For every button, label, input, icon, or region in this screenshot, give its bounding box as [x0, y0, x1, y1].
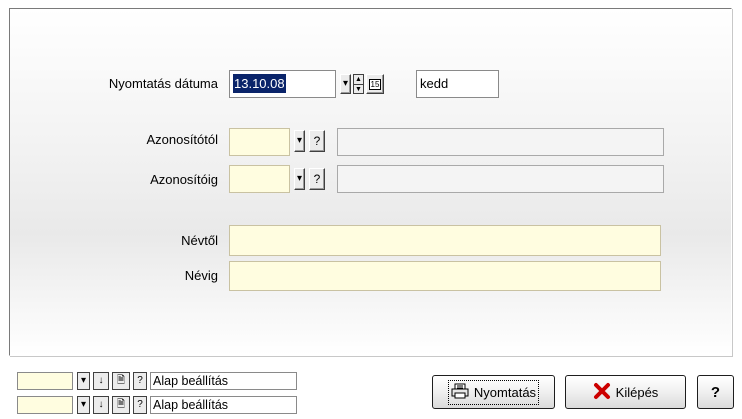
spin-down-icon[interactable]: ▼ [354, 85, 363, 94]
print-date-label: Nyomtatás dátuma [108, 76, 218, 91]
settings-input[interactable] [17, 372, 73, 390]
chevron-down-icon: ▾ [296, 173, 303, 184]
close-x-icon [593, 382, 611, 403]
id-from-description [337, 128, 664, 156]
print-button[interactable]: Nyomtatás [432, 375, 555, 409]
printer-icon [451, 383, 469, 402]
weekday-value: kedd [420, 76, 449, 91]
arrow-down-icon: ↓ [98, 375, 104, 386]
question-icon: ? [313, 172, 321, 186]
chevron-down-icon: ▾ [296, 135, 303, 146]
id-to-label: Azonosítóig [150, 172, 218, 187]
calendar-icon: 15 [368, 78, 382, 90]
question-icon: ? [313, 134, 321, 148]
id-from-dropdown-button[interactable]: ▾ [294, 130, 305, 152]
id-from-input[interactable] [229, 128, 290, 156]
id-to-help-button[interactable]: ? [309, 168, 325, 190]
name-to-label: Névig [184, 268, 218, 283]
settings-dropdown-button[interactable]: ▾ [77, 372, 90, 390]
document-icon: 🗎 [116, 375, 126, 386]
name-to-input[interactable] [229, 261, 661, 291]
id-to-dropdown-button[interactable]: ▾ [294, 168, 305, 190]
exit-button-label: Kilépés [615, 384, 659, 400]
exit-button[interactable]: Kilépés [565, 375, 686, 409]
settings-arrow-down-button[interactable]: ↓ [93, 372, 109, 390]
chevron-down-icon: ▾ [80, 399, 87, 410]
print-date-value: 13.10.08 [233, 74, 286, 93]
document-icon: 🗎 [116, 399, 126, 410]
arrow-down-icon: ↓ [98, 399, 104, 410]
print-date-input[interactable]: 13.10.08 [229, 70, 336, 98]
settings-name: Alap beállítás [150, 372, 297, 390]
calendar-button[interactable]: 15 [366, 74, 384, 94]
id-from-help-button[interactable]: ? [309, 130, 325, 152]
settings-dropdown-button[interactable]: ▾ [77, 396, 90, 414]
date-dropdown-button[interactable]: ▾ [340, 74, 351, 94]
chevron-down-icon: ▾ [80, 375, 87, 386]
print-button-label: Nyomtatás [473, 384, 537, 400]
date-spinner[interactable]: ▲ ▼ [353, 74, 364, 94]
id-to-description [337, 165, 664, 193]
id-to-input[interactable] [229, 165, 290, 193]
settings-doc-button[interactable]: 🗎 [112, 372, 130, 390]
weekday-field: kedd [416, 70, 499, 98]
chevron-down-icon: ▾ [342, 78, 349, 89]
id-from-label: Azonosítótól [146, 132, 218, 147]
question-icon: ? [137, 399, 143, 410]
settings-help-button[interactable]: ? [133, 396, 147, 414]
settings-help-button[interactable]: ? [133, 372, 147, 390]
name-from-label: Névtől [181, 233, 218, 248]
help-button[interactable]: ? [697, 375, 734, 409]
settings-input[interactable] [17, 396, 73, 414]
question-icon: ? [137, 375, 143, 386]
settings-name: Alap beállítás [150, 396, 297, 414]
spin-up-icon[interactable]: ▲ [354, 75, 363, 85]
settings-row-1: ▾ ↓ 🗎 ? Alap beállítás [17, 372, 317, 390]
settings-doc-button[interactable]: 🗎 [112, 396, 130, 414]
name-from-input[interactable] [229, 225, 661, 256]
settings-row-2: ▾ ↓ 🗎 ? Alap beállítás [17, 396, 317, 414]
settings-arrow-down-button[interactable]: ↓ [93, 396, 109, 414]
help-icon: ? [710, 383, 721, 401]
